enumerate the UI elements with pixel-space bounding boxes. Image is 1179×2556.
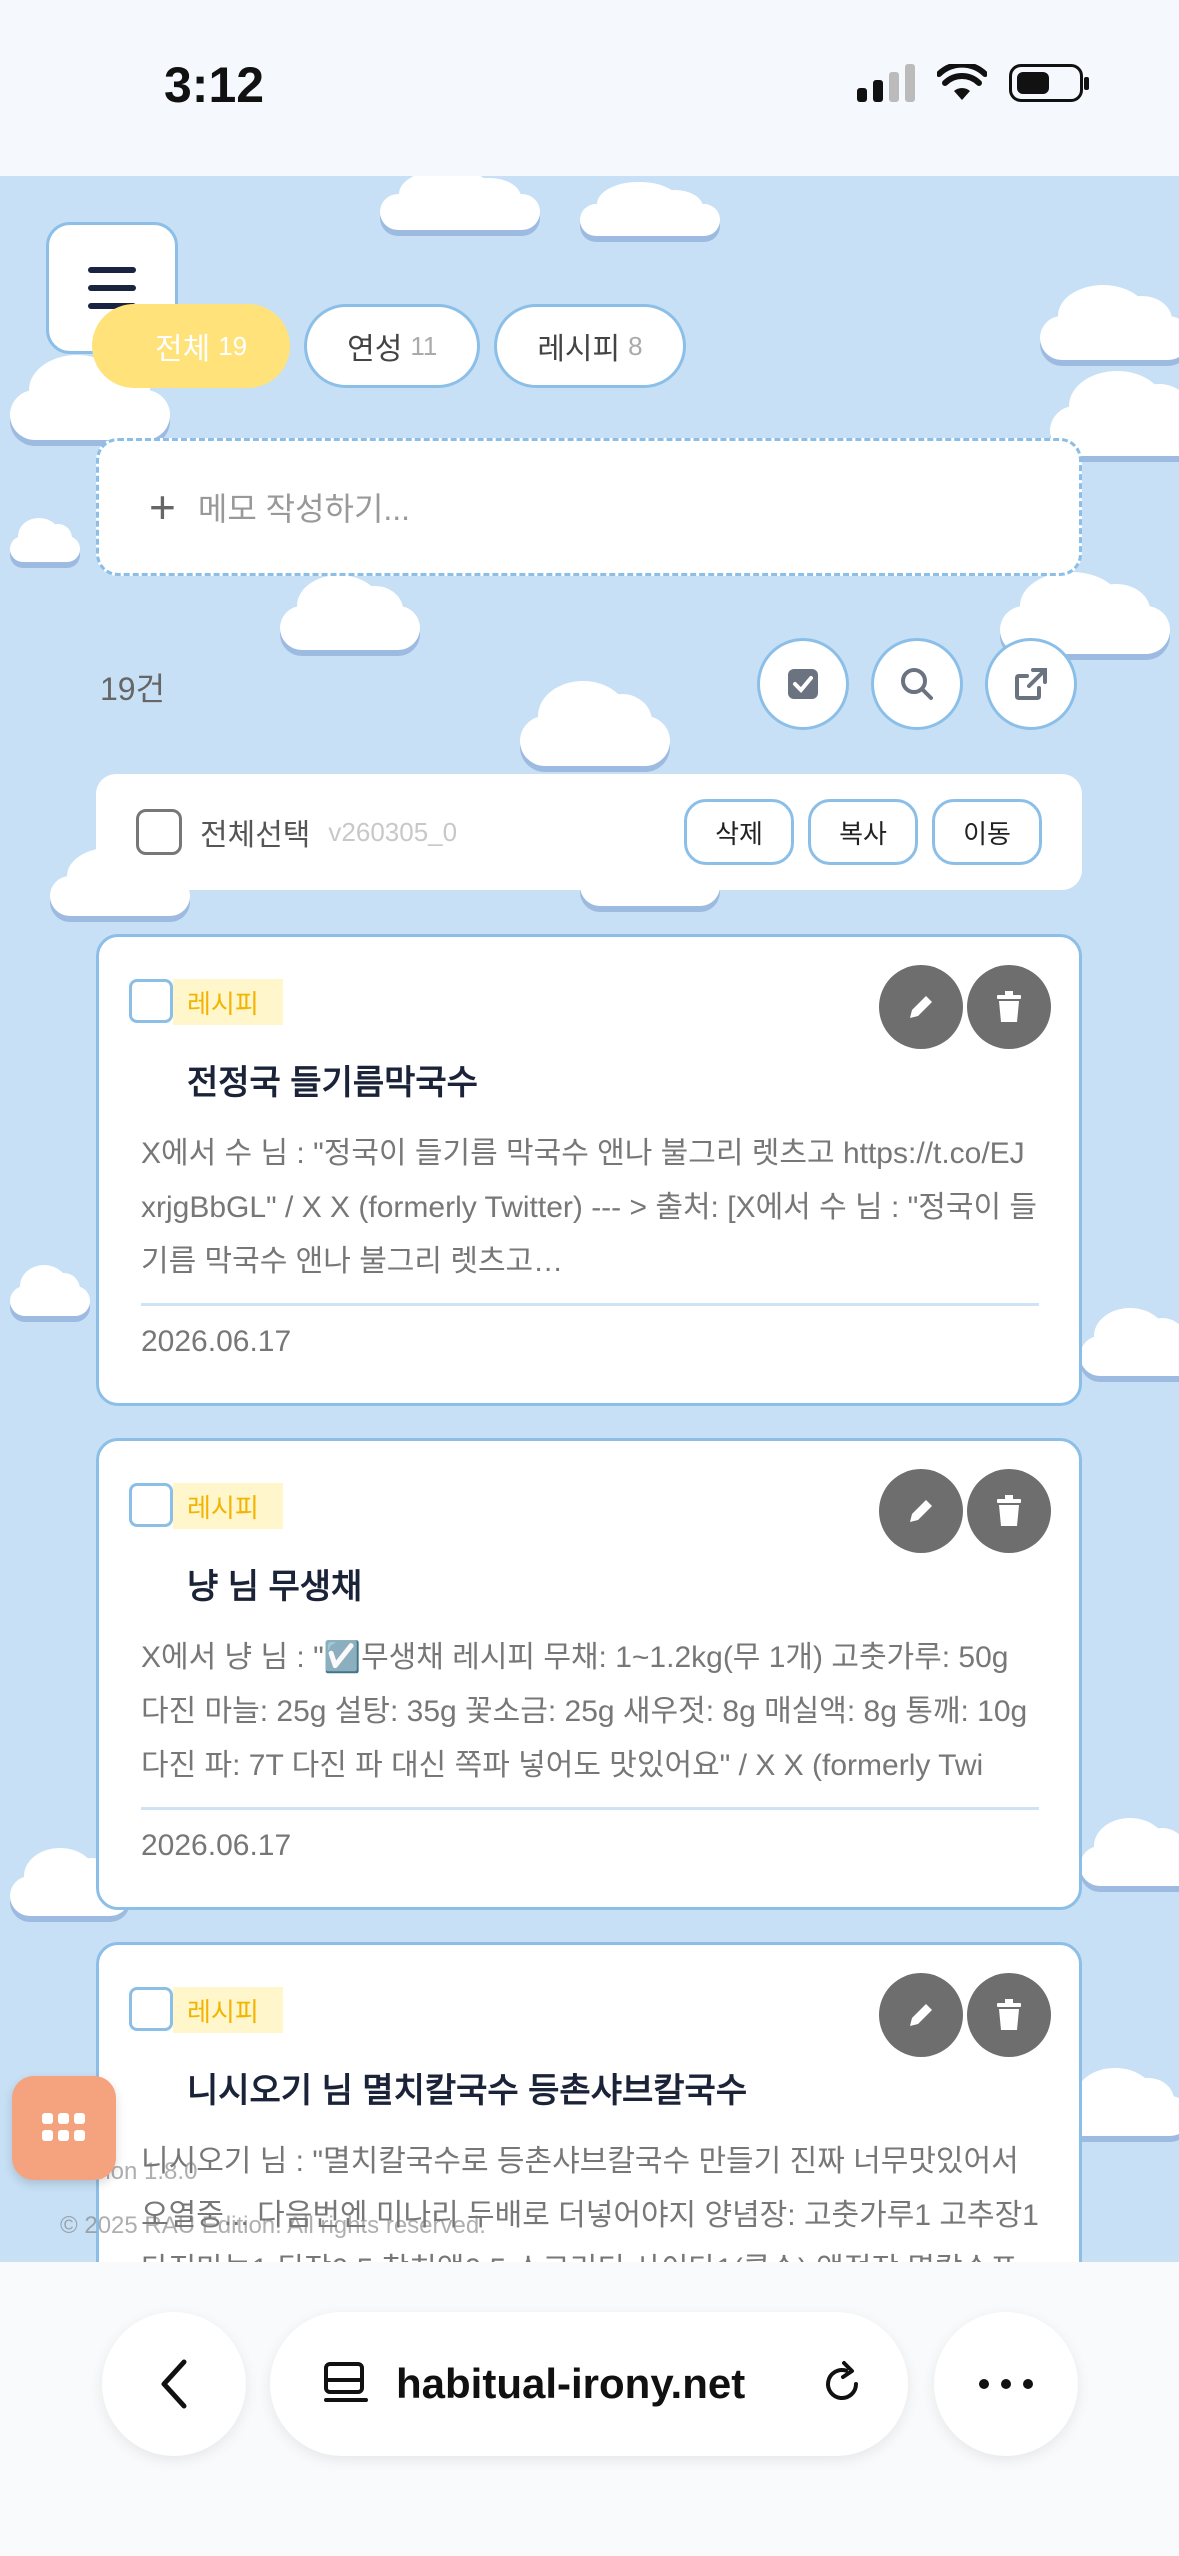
select-all-label[interactable]: 전체선택 <box>200 810 310 854</box>
card-date: 2026.06.17 <box>141 1325 292 1358</box>
reload-icon[interactable] <box>816 2358 868 2410</box>
cellular-signal-icon <box>857 64 915 102</box>
search-button[interactable] <box>871 638 963 730</box>
card-divider <box>141 1807 1039 1810</box>
card-title: 니시오기 님 멸치칼국수 등촌샤브칼국수 <box>187 2072 748 2110</box>
select-all-checkbox[interactable] <box>136 809 182 855</box>
tab-recipe[interactable]: 레시피 8 <box>494 304 686 388</box>
card-body: X에서 수 님 : "정국이 들기름 막국수 앤나 불그리 렛츠고 https:… <box>141 1137 1038 1278</box>
category-badge: 레시피 <box>173 979 283 1025</box>
trash-icon <box>997 1495 1021 1526</box>
back-button[interactable] <box>102 2312 246 2456</box>
plus-icon: + <box>149 481 176 533</box>
delete-button[interactable]: 삭제 <box>684 799 794 865</box>
more-dots-icon <box>979 2379 1033 2389</box>
card-checkbox[interactable] <box>129 1987 173 2031</box>
pencil-icon <box>910 2004 932 2026</box>
memo-card[interactable]: 레시피 냥 님 무생채 X에서 냥 님 : "☑️무생채 레시피 무채: 1~1… <box>96 1438 1082 1910</box>
address-bar[interactable]: habitual-irony.net <box>270 2312 908 2456</box>
version-tag: v260305_0 <box>328 816 458 847</box>
select-mode-button[interactable] <box>757 638 849 730</box>
search-icon <box>901 668 933 700</box>
delete-card-button[interactable] <box>967 1973 1051 2057</box>
delete-card-button[interactable] <box>967 1469 1051 1553</box>
edit-button[interactable] <box>879 1973 963 2057</box>
trash-icon <box>997 1999 1021 2030</box>
export-button[interactable] <box>985 638 1077 730</box>
card-checkbox[interactable] <box>129 979 173 1023</box>
checkbox-icon <box>788 669 818 699</box>
category-badge: 레시피 <box>173 1987 283 2033</box>
selection-bar: 전체선택 v260305_0 삭제 복사 이동 <box>96 774 1082 890</box>
category-badge: 레시피 <box>173 1483 283 1529</box>
chevron-left-icon <box>161 2359 187 2409</box>
more-button[interactable] <box>934 2312 1078 2456</box>
copy-button[interactable]: 복사 <box>808 799 918 865</box>
card-checkbox[interactable] <box>129 1483 173 1527</box>
grid-icon <box>42 2113 85 2141</box>
reader-icon <box>324 2362 368 2402</box>
trash-icon <box>997 991 1021 1022</box>
status-bar: 3:12 <box>0 0 1179 176</box>
url-text: habitual-irony.net <box>396 2360 746 2407</box>
status-time: 3:12 <box>164 57 265 113</box>
memo-card[interactable]: 레시피 전정국 들기름막국수 X에서 수 님 : "정국이 들기름 막국수 앤나… <box>96 934 1082 1406</box>
footer-copyright: © 2025 RAU Edition. All rights reserved. <box>60 2212 486 2239</box>
wifi-icon <box>937 64 987 100</box>
edit-button[interactable] <box>879 1469 963 1553</box>
external-link-icon <box>1015 668 1047 700</box>
memo-placeholder: 메모 작성하기... <box>197 491 411 527</box>
tab-all[interactable]: 전체 19 <box>92 304 291 388</box>
status-icons <box>857 64 1089 102</box>
card-divider <box>141 1303 1039 1306</box>
delete-card-button[interactable] <box>967 965 1051 1049</box>
card-date: 2026.06.17 <box>141 1829 292 1862</box>
list-toolbar <box>757 638 1077 730</box>
move-button[interactable]: 이동 <box>932 799 1042 865</box>
new-memo-input[interactable]: + 메모 작성하기... <box>96 438 1082 576</box>
bulk-actions: 삭제 복사 이동 <box>684 799 1042 865</box>
card-title: 냥 님 무생채 <box>187 1568 363 1606</box>
apps-button[interactable] <box>12 2076 116 2180</box>
battery-icon <box>1009 64 1089 102</box>
card-body: X에서 냥 님 : "☑️무생채 레시피 무채: 1~1.2kg(무 1개) 고… <box>141 1641 1028 1782</box>
edit-button[interactable] <box>879 965 963 1049</box>
pencil-icon <box>910 1500 932 1522</box>
item-count: 19건 <box>100 671 166 707</box>
browser-toolbar: habitual-irony.net <box>0 2262 1179 2556</box>
tab-fanwork[interactable]: 연성 11 <box>304 304 481 388</box>
category-tabs: 전체 19 연성 11 레시피 8 <box>92 304 686 388</box>
card-title: 전정국 들기름막국수 <box>187 1064 478 1102</box>
pencil-icon <box>910 996 932 1018</box>
